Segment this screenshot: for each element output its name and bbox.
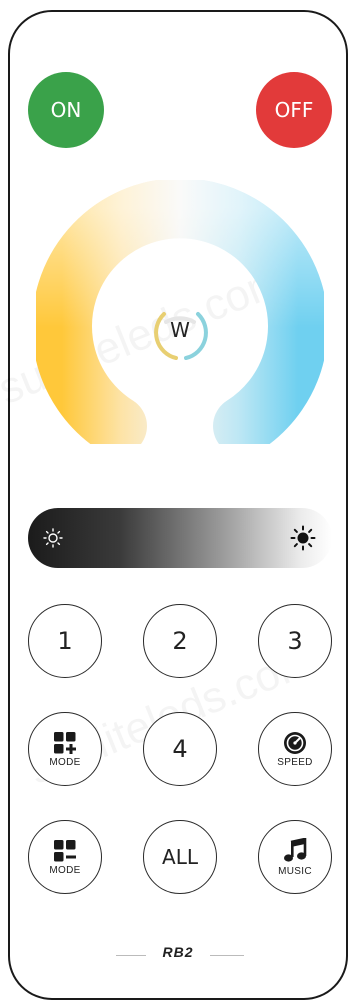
zone-2-button[interactable]: 2: [143, 604, 217, 678]
sun-low-icon: [42, 527, 64, 549]
zone-3-label: 3: [287, 627, 303, 655]
zone-4-button[interactable]: 4: [143, 712, 217, 786]
brand-divider-left: [116, 955, 146, 956]
white-label: W: [170, 318, 190, 342]
zone-1-button[interactable]: 1: [28, 604, 102, 678]
white-button[interactable]: W: [140, 290, 220, 370]
off-label: OFF: [274, 98, 314, 122]
zone-2-label: 2: [172, 627, 188, 655]
zone-4-label: 4: [172, 735, 188, 763]
music-button[interactable]: MUSIC: [258, 820, 332, 894]
speedometer-icon: [284, 731, 306, 754]
sun-high-icon: [290, 525, 316, 551]
mode-plus-label: MODE: [49, 756, 81, 768]
music-note-icon: [284, 837, 307, 862]
speed-button[interactable]: SPEED: [258, 712, 332, 786]
mode-plus-button[interactable]: MODE: [28, 712, 102, 786]
on-label: ON: [50, 98, 82, 122]
all-button[interactable]: ALL: [143, 820, 217, 894]
zone-1-label: 1: [57, 627, 73, 655]
music-label: MUSIC: [278, 865, 312, 877]
mode-minus-icon: [54, 839, 76, 861]
on-button[interactable]: ON: [28, 72, 104, 148]
mode-plus-icon: [54, 731, 76, 754]
model-label: RB2: [162, 944, 194, 960]
mode-minus-button[interactable]: MODE: [28, 820, 102, 894]
brand-divider-right: [210, 955, 244, 956]
mode-minus-label: MODE: [49, 864, 81, 876]
off-button[interactable]: OFF: [256, 72, 332, 148]
speed-label: SPEED: [277, 756, 313, 768]
all-label: ALL: [162, 845, 198, 869]
brightness-slider[interactable]: [28, 508, 332, 568]
zone-3-button[interactable]: 3: [258, 604, 332, 678]
